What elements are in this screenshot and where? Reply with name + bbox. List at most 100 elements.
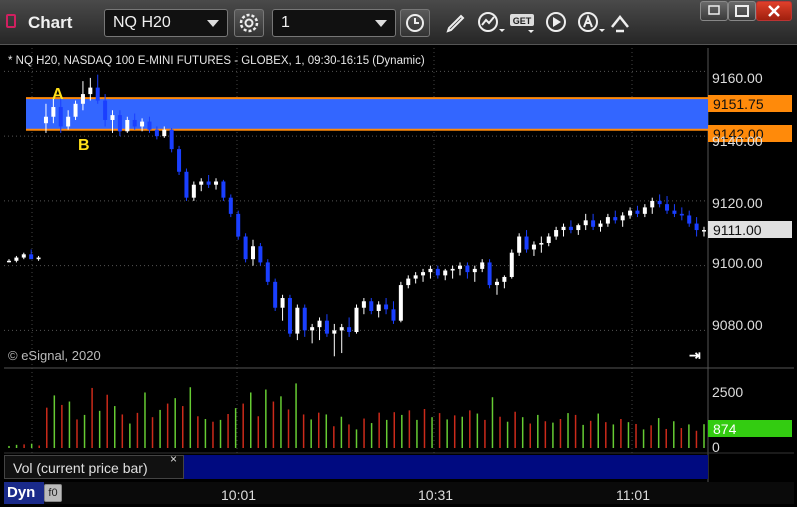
get-icon[interactable]: GET xyxy=(508,9,538,37)
candle-body xyxy=(73,103,78,117)
x-tick-label: 10:31 xyxy=(418,487,454,503)
alert-icon[interactable] xyxy=(574,9,606,37)
candle-body xyxy=(583,220,588,226)
y-tick-label: 9160.00 xyxy=(712,70,763,86)
candle-body xyxy=(29,254,34,260)
interval-value: 1 xyxy=(281,14,290,31)
maximize-icon[interactable] xyxy=(728,1,756,21)
candle-body xyxy=(672,210,677,214)
candle-body xyxy=(702,230,706,232)
candle-body xyxy=(36,257,41,260)
dyn-button[interactable]: Dyn xyxy=(4,482,44,504)
candle-body xyxy=(539,242,544,245)
get-label: GET xyxy=(513,16,532,26)
scroll-to-end-icon[interactable]: ⇥ xyxy=(689,347,701,364)
volume-study-label[interactable]: Vol (current price bar) xyxy=(4,455,184,479)
candle-body xyxy=(147,121,152,130)
candle-body xyxy=(428,268,433,273)
candle-body xyxy=(110,115,115,120)
candle-body xyxy=(531,244,536,250)
candle-body xyxy=(221,181,226,198)
candle-body xyxy=(228,197,233,214)
candle-body xyxy=(295,307,300,334)
candle-body xyxy=(236,213,241,237)
chart-header: * NQ H20, NASDAQ 100 E-MINI FUTURES - GL… xyxy=(8,55,425,67)
app-icon xyxy=(6,14,16,28)
candle-body xyxy=(524,236,529,250)
candle-body xyxy=(214,181,219,185)
candle-body xyxy=(628,210,633,216)
candle-body xyxy=(287,298,292,334)
candle-body xyxy=(280,298,285,308)
clock-icon[interactable] xyxy=(400,9,430,37)
candle-body xyxy=(561,226,566,231)
candle-body xyxy=(250,246,255,260)
candle-body xyxy=(199,181,204,185)
candle-body xyxy=(347,327,352,333)
candle-body xyxy=(376,304,381,311)
candle-body xyxy=(509,252,514,277)
price-chart[interactable] xyxy=(4,48,794,503)
candle-body xyxy=(354,307,359,333)
candle-body xyxy=(480,262,485,269)
candle-body xyxy=(332,330,337,334)
candle-body xyxy=(591,220,596,227)
copyright-text: © eSignal, 2020 xyxy=(8,348,101,363)
candle-body xyxy=(546,236,551,243)
candle-body xyxy=(413,275,418,279)
volume-study-strip xyxy=(184,455,708,479)
candle-body xyxy=(66,116,71,127)
candle-body xyxy=(43,116,48,124)
candle-body xyxy=(576,225,581,231)
candle-body xyxy=(687,215,692,224)
candle-body xyxy=(265,262,270,282)
close-icon[interactable] xyxy=(756,1,792,21)
candle-body xyxy=(302,307,307,331)
candle-body xyxy=(317,320,322,328)
candle-body xyxy=(21,254,26,258)
upper-zone-price-tag: 9151.75 xyxy=(708,95,792,112)
candle-body xyxy=(361,301,366,308)
pencil-icon[interactable] xyxy=(440,9,470,37)
candle-body xyxy=(191,184,196,198)
candle-body xyxy=(398,285,403,321)
y-tick-label: 9080.00 xyxy=(712,317,763,333)
candle-body xyxy=(472,268,477,273)
candle-body xyxy=(95,87,100,101)
candle-body xyxy=(7,260,11,263)
candle-body xyxy=(384,304,389,310)
candle-body xyxy=(642,207,647,214)
candle-body xyxy=(339,327,344,331)
play-icon[interactable] xyxy=(542,9,572,37)
marker-b: B xyxy=(78,137,90,154)
marker-a: A xyxy=(52,86,64,103)
chevron-down-icon xyxy=(375,20,387,27)
dyn-settings-icon[interactable]: f0 xyxy=(44,484,62,502)
candle-body xyxy=(657,200,662,205)
candle-body xyxy=(14,257,19,261)
symbol-value: NQ H20 xyxy=(113,14,171,31)
close-study-icon[interactable]: × xyxy=(170,452,177,466)
study-icon[interactable] xyxy=(474,9,506,37)
candle-body xyxy=(458,265,463,269)
link-icon[interactable] xyxy=(606,9,634,37)
candle-body xyxy=(465,265,470,273)
candle-body xyxy=(273,281,278,308)
candle-body xyxy=(494,281,499,286)
candle-body xyxy=(125,119,130,132)
candle-body xyxy=(421,272,426,276)
restore-icon[interactable] xyxy=(700,1,728,21)
symbol-dropdown[interactable]: NQ H20 xyxy=(104,9,228,37)
candle-body xyxy=(58,107,63,127)
candle-body xyxy=(679,213,684,216)
candle-body xyxy=(443,270,448,276)
candle-body xyxy=(154,129,159,137)
gear-icon[interactable] xyxy=(234,9,264,37)
interval-dropdown[interactable]: 1 xyxy=(272,9,396,37)
y-tick-label: 9140.00 xyxy=(712,133,763,149)
toolbar: Chart NQ H20 1 GET xyxy=(0,0,797,45)
candle-body xyxy=(598,223,603,227)
candle-body xyxy=(103,100,108,120)
x-tick-label: 11:01 xyxy=(616,487,650,503)
candle-body xyxy=(243,236,248,260)
